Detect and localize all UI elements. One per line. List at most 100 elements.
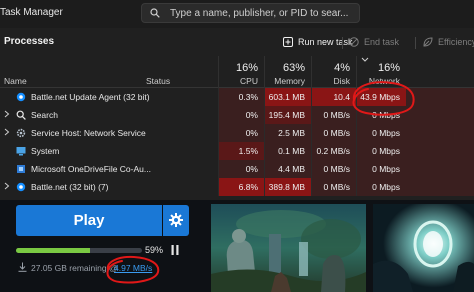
disk-total: 4% xyxy=(334,62,350,74)
process-disk: 0 MB/s xyxy=(311,160,356,178)
download-progress-fill xyxy=(16,248,91,253)
column-disk[interactable]: 4% Disk xyxy=(311,56,356,88)
process-name: System xyxy=(31,146,60,156)
process-network: 0 Mbps xyxy=(356,106,406,124)
search-box[interactable] xyxy=(141,3,360,23)
download-percent: 59% xyxy=(145,245,164,255)
efficiency-mode-button[interactable]: Efficiency m xyxy=(423,34,474,50)
process-row[interactable]: Battle.net Update Agent (32 bit) 0.3% 603.… xyxy=(0,88,474,120)
process-name: Battle.net Update Agent (32 bit) xyxy=(31,92,150,102)
remaining-size: 27.05 GB remaining @ xyxy=(31,263,118,273)
system-icon xyxy=(16,147,26,156)
chevron-right-icon[interactable] xyxy=(4,127,10,137)
play-button[interactable]: Play xyxy=(16,205,162,236)
search-icon xyxy=(150,8,160,18)
leaf-icon xyxy=(423,37,433,47)
column-network[interactable]: 16% Network xyxy=(356,56,406,88)
process-extra-column xyxy=(406,106,474,124)
end-task-label: End task xyxy=(364,37,400,47)
process-memory: 2.5 MB xyxy=(264,124,311,142)
window-title: Task Manager xyxy=(0,7,63,18)
battlenet-icon xyxy=(16,92,26,102)
process-memory: 389.8 MB xyxy=(264,178,311,196)
process-name: Microsoft OneDriveFile Co-Au... xyxy=(31,164,151,174)
process-extra-column xyxy=(406,142,474,160)
process-network: 0 Mbps xyxy=(356,142,406,160)
search-app-icon xyxy=(16,110,26,120)
process-cpu: 6.8% xyxy=(218,178,264,196)
service-host-icon xyxy=(16,128,26,138)
process-disk: 0 MB/s xyxy=(311,124,356,142)
chevron-right-icon[interactable] xyxy=(4,109,10,119)
search-input[interactable] xyxy=(170,5,356,21)
process-row[interactable]: Service Host: Network Service 0% 2.5 MB 0 M… xyxy=(0,124,474,142)
process-memory: 0.1 MB xyxy=(264,142,311,160)
process-disk: 0 MB/s xyxy=(311,106,356,124)
process-extra-column xyxy=(406,124,474,142)
process-cpu: 0% xyxy=(218,124,264,142)
column-memory[interactable]: 63% Memory xyxy=(264,56,311,88)
game-settings-button[interactable] xyxy=(163,205,189,236)
process-extra-column xyxy=(406,178,474,196)
game-screenshot-thumbnail[interactable] xyxy=(211,204,366,292)
cpu-total: 16% xyxy=(235,62,258,74)
process-network: 0 Mbps xyxy=(356,160,406,178)
page-title: Processes xyxy=(4,36,55,47)
task-manager-window: Task Manager Processes Run new task xyxy=(0,0,474,200)
column-status[interactable]: Status xyxy=(146,76,170,86)
column-name[interactable]: Name xyxy=(4,76,27,86)
network-total: 16% xyxy=(377,62,400,74)
process-network: 0 Mbps xyxy=(356,178,406,196)
download-progress-bar xyxy=(16,248,142,253)
process-network: 0 Mbps xyxy=(356,124,406,142)
process-row[interactable]: System 1.5% 0.1 MB 0.2 MB/s 0 Mbps xyxy=(0,142,474,160)
sort-down-icon xyxy=(361,57,369,62)
process-name: Battle.net (32 bit) (7) xyxy=(31,182,109,192)
process-name: Service Host: Network Service xyxy=(31,128,146,138)
end-task-icon xyxy=(349,37,359,47)
process-row[interactable]: Search 0% 195.4 MB 0 MB/s 0 Mbps xyxy=(0,106,474,124)
process-name: Search xyxy=(31,110,58,120)
process-cpu: 0% xyxy=(218,106,264,124)
process-disk: 0.2 MB/s xyxy=(311,142,356,160)
end-task-button[interactable]: End task xyxy=(349,34,399,50)
chevron-right-icon[interactable] xyxy=(4,181,10,191)
battlenet-icon xyxy=(16,182,26,192)
process-disk: 0 MB/s xyxy=(311,178,356,196)
download-icon xyxy=(18,262,27,272)
process-network: 43.9 Mbps xyxy=(356,88,406,106)
game-screenshot-image xyxy=(373,204,474,292)
memory-total: 63% xyxy=(282,62,305,74)
battlenet-launcher: Play 59% 27.05 GB remaining @ 4.97 MB/s xyxy=(0,200,474,292)
run-task-icon xyxy=(283,37,293,47)
toolbar: Processes Run new task End task Efficien… xyxy=(0,28,474,56)
efficiency-mode-label: Efficiency m xyxy=(438,37,474,47)
run-new-task-label: Run new task xyxy=(298,37,353,47)
process-disk: 10.4 MB/s xyxy=(311,88,356,120)
process-memory: 4.4 MB xyxy=(264,160,311,178)
process-extra-column xyxy=(406,160,474,178)
process-cpu: 0.3% xyxy=(218,88,264,106)
process-cpu: 1.5% xyxy=(218,142,264,160)
disk-label: Disk xyxy=(333,76,350,86)
title-bar: Task Manager xyxy=(0,0,474,28)
process-cpu: 0% xyxy=(218,160,264,178)
game-screenshot-thumbnail[interactable] xyxy=(373,204,474,292)
game-screenshot-image xyxy=(211,204,366,292)
toolbar-divider xyxy=(342,37,343,49)
onedrive-icon xyxy=(17,165,25,173)
cpu-label: CPU xyxy=(240,76,258,86)
process-memory: 195.4 MB xyxy=(264,106,311,124)
column-header-row: Name Status 16% CPU 63% Memory 4% Disk 1… xyxy=(0,56,474,88)
pause-icon[interactable] xyxy=(171,245,179,255)
toolbar-divider xyxy=(415,37,416,49)
process-row[interactable]: Microsoft OneDriveFile Co-Au... 0% 4.4 MB 0… xyxy=(0,160,474,178)
process-extra-column xyxy=(406,88,474,106)
gear-icon xyxy=(169,213,183,227)
download-speed-link[interactable]: 4.97 MB/s xyxy=(114,263,152,273)
process-row[interactable]: Battle.net (32 bit) (7) 6.8% 389.8 MB 0 MB/… xyxy=(0,178,474,196)
memory-label: Memory xyxy=(274,76,305,86)
column-cpu[interactable]: 16% CPU xyxy=(218,56,264,88)
process-memory: 603.1 MB xyxy=(264,88,311,106)
network-label: Network xyxy=(368,76,400,86)
